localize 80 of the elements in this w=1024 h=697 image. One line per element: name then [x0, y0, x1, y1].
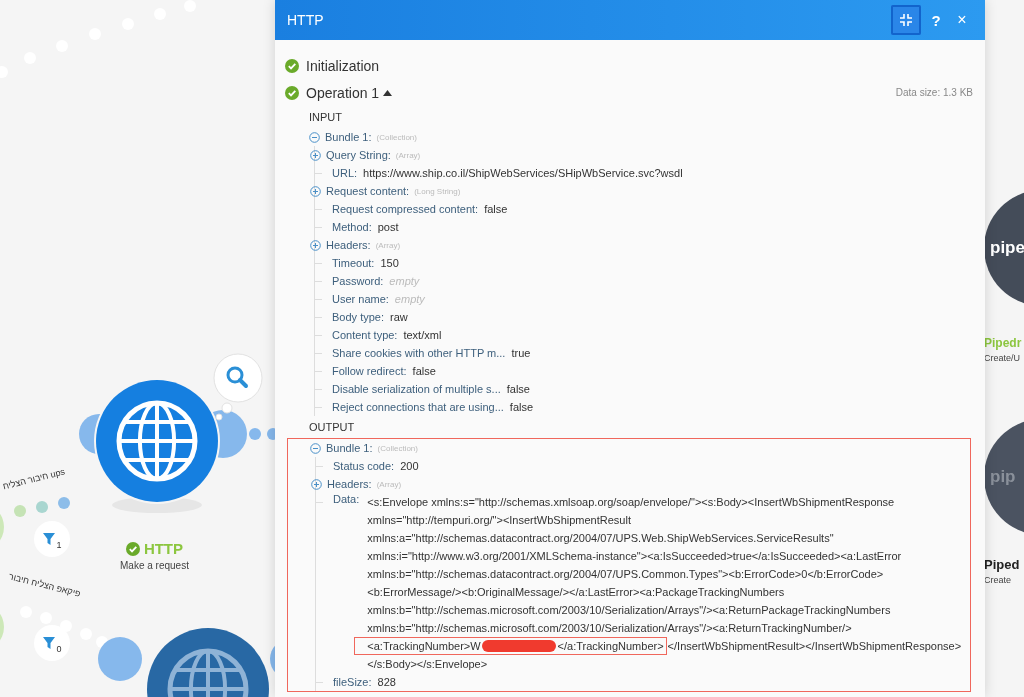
filter-count: 1	[56, 540, 62, 550]
data-size-text: Data size: 1.3 KB	[895, 87, 973, 98]
expand-icon[interactable]	[310, 149, 321, 161]
type-hint: (Array)	[395, 150, 421, 160]
group-heading: INPUT	[308, 110, 343, 125]
tree-label[interactable]: Headers:	[326, 239, 371, 251]
filter-button[interactable]: 1	[34, 521, 70, 557]
field-value: https://www.ship.co.il/ShipWebServices/SHipWbService.svc?wsdl	[363, 167, 683, 179]
module-subtitle: Create/U	[984, 353, 1020, 363]
field-value: xmlns:a="http://schemas.datacontract.org/2004/07/UPS.Web.ShipWebServices.ServiceResults"	[367, 531, 834, 546]
field-label: Reject connections that are using...	[332, 401, 504, 413]
module-title: HTTP	[143, 540, 184, 557]
filter-count: 0	[56, 644, 62, 654]
collapse-icon[interactable]	[309, 131, 320, 143]
module-subtitle: Make a request	[120, 560, 189, 571]
tree-label[interactable]: Request content:	[326, 185, 410, 197]
field-label: Data:	[333, 493, 360, 505]
module-logo: pipe	[990, 238, 1024, 258]
field-value: false	[509, 401, 534, 413]
field-label: Share cookies with other HTTP m...	[332, 347, 506, 359]
route-label: חיבור הצליח ups	[1, 466, 66, 492]
field-label: Follow redirect:	[332, 365, 407, 377]
field-label: URL:	[332, 167, 358, 179]
field-value: </a:TrackingNumber>	[557, 639, 664, 653]
field-label: User name:	[332, 293, 389, 305]
module-logo: pip	[990, 467, 1016, 487]
expand-icon[interactable]	[311, 478, 322, 490]
collapse-icon[interactable]	[310, 442, 321, 454]
field-value: xmlns:i="http://www.w3.org/2001/XMLSchema-instance"><a:IsSucceeded>true</a:IsSucceeded><a:LastError	[367, 549, 902, 564]
module-title: Pipedr	[984, 336, 1022, 350]
field-value: xmlns:b="http://schemas.microsoft.com/2003/10/Serialization/Arrays"/><a:ReturnPackageTrackingNumbers	[367, 603, 891, 618]
field-value: <s:Envelope xmlns:s="http://schemas.xmlsoap.org/soap/envelope/"><s:Body><InsertWbShipmentResponse	[367, 495, 895, 510]
field-value: </InsertWbShipmentResult></InsertWbShipmentResponse>	[667, 639, 962, 654]
field-value: 150	[380, 257, 399, 269]
field-value: true	[511, 347, 531, 359]
module-title: Piped	[984, 557, 1020, 572]
group-heading: OUTPUT	[308, 420, 356, 435]
dialog-title: HTTP	[287, 12, 324, 28]
field-value: false	[412, 365, 436, 377]
type-hint: (Array)	[376, 479, 402, 489]
field-value: </s:Body></s:Envelope>	[367, 657, 488, 672]
field-value: xmlns:b="http://schemas.microsoft.com/2003/10/Serialization/Arrays"/><a:ReturnTrackingNumber/>	[367, 621, 852, 636]
field-label: Password:	[332, 275, 384, 287]
type-hint: (Array)	[375, 240, 401, 250]
tree-label[interactable]: Query String:	[326, 149, 391, 161]
field-value: false	[484, 203, 508, 215]
field-label: Status code:	[333, 460, 395, 472]
field-value: 200	[400, 460, 419, 472]
field-label: fileSize:	[333, 676, 372, 688]
search-bubble-icon[interactable]	[210, 352, 266, 424]
tree-label[interactable]: Bundle 1:	[326, 442, 373, 454]
filter-button[interactable]: 0	[34, 625, 70, 661]
field-label: Disable serialization of multiple s...	[332, 383, 501, 395]
field-value: xmlns="http://tempuri.org/"><InsertWbShipmentResult	[367, 513, 631, 528]
filter-icon	[42, 532, 57, 546]
field-label: Method:	[332, 221, 372, 233]
field-label: Content type:	[332, 329, 398, 341]
module-subtitle: Create	[984, 575, 1011, 585]
shrink-button[interactable]	[891, 5, 921, 35]
filter-icon	[42, 636, 57, 650]
field-value: <b:ErrorMessage/><b:OriginalMessage/></a:LastError><a:PackageTrackingNumbers	[367, 585, 785, 600]
field-value: 828	[377, 676, 396, 688]
field-value: text/xml	[403, 329, 442, 341]
field-label: Timeout:	[332, 257, 375, 269]
field-label: Request compressed content:	[332, 203, 479, 215]
field-value: <a:TrackingNumber>W	[367, 639, 481, 653]
expand-icon[interactable]	[310, 239, 321, 251]
expand-icon[interactable]	[310, 185, 321, 197]
field-value: false	[506, 383, 530, 395]
field-value: raw	[390, 311, 408, 323]
caret-icon[interactable]	[383, 89, 393, 96]
tree-label[interactable]: Bundle 1:	[325, 131, 372, 143]
shrink-icon	[900, 14, 912, 26]
field-label: Body type:	[332, 311, 384, 323]
route-label: פיקאפ הצליח חיבור	[7, 571, 82, 599]
tree-label[interactable]: Headers:	[327, 478, 372, 490]
field-value: post	[377, 221, 399, 233]
field-value: xmlns:b="http://schemas.datacontract.org/2004/07/UPS.Common.Types"><b:ErrorCode>0</b:ErrorCode>	[367, 567, 884, 582]
section-title[interactable]: Operation 1	[306, 84, 380, 101]
section-title[interactable]: Initialization	[306, 57, 380, 74]
